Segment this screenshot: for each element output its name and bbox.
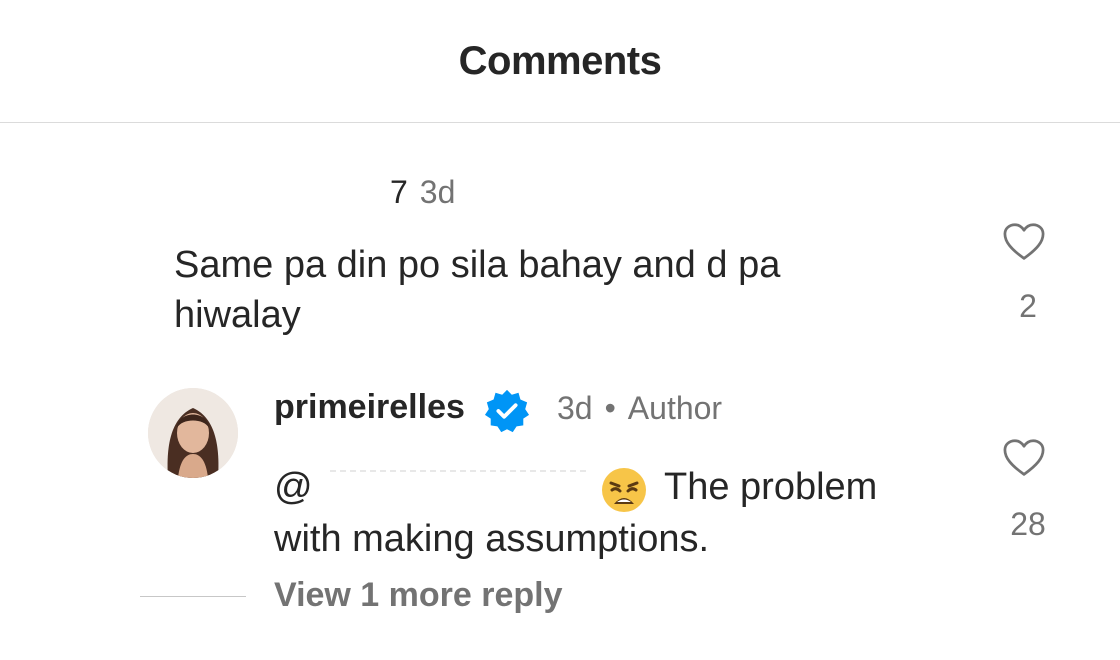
verified-badge-icon [484, 389, 530, 433]
comment-1-text-line1: Same pa din po sila bahay and d pa [174, 244, 781, 286]
comment-2-username[interactable]: primeirelles [274, 388, 465, 427]
redacted-mention [330, 470, 586, 484]
reply-divider [140, 596, 246, 597]
view-more-replies-button[interactable]: View 1 more reply [274, 576, 563, 615]
comment-1-meta: 7 3d [390, 174, 455, 211]
comment-2-text-line1: The problem [664, 466, 878, 508]
meta-separator: • [604, 390, 616, 426]
comment-1-user-suffix: 7 [390, 174, 408, 210]
heart-outline-icon[interactable] [1002, 438, 1046, 478]
weary-face-emoji [602, 468, 646, 512]
comment-2-meta: 3d • Author [557, 390, 722, 427]
comment-2-like-count: 28 [1010, 506, 1046, 542]
comment-1-text-line2: hiwalay [174, 294, 301, 336]
author-badge: Author [627, 390, 723, 426]
comment-1-text: Same pa din po sila bahay and d pa hiwal… [174, 240, 934, 340]
comment-2-time: 3d [557, 390, 593, 426]
page-title: Comments [458, 38, 662, 83]
comment-1-time: 3d [419, 174, 456, 210]
avatar[interactable] [148, 388, 238, 478]
comment-2-text-line2: with making assumptions. [274, 518, 710, 560]
avatar-photo [148, 388, 238, 478]
comment-2-mention[interactable]: @ [274, 466, 313, 509]
comment-1-like-count: 2 [1019, 288, 1037, 324]
heart-outline-icon[interactable] [1002, 222, 1046, 262]
comments-header: Comments [0, 0, 1120, 123]
